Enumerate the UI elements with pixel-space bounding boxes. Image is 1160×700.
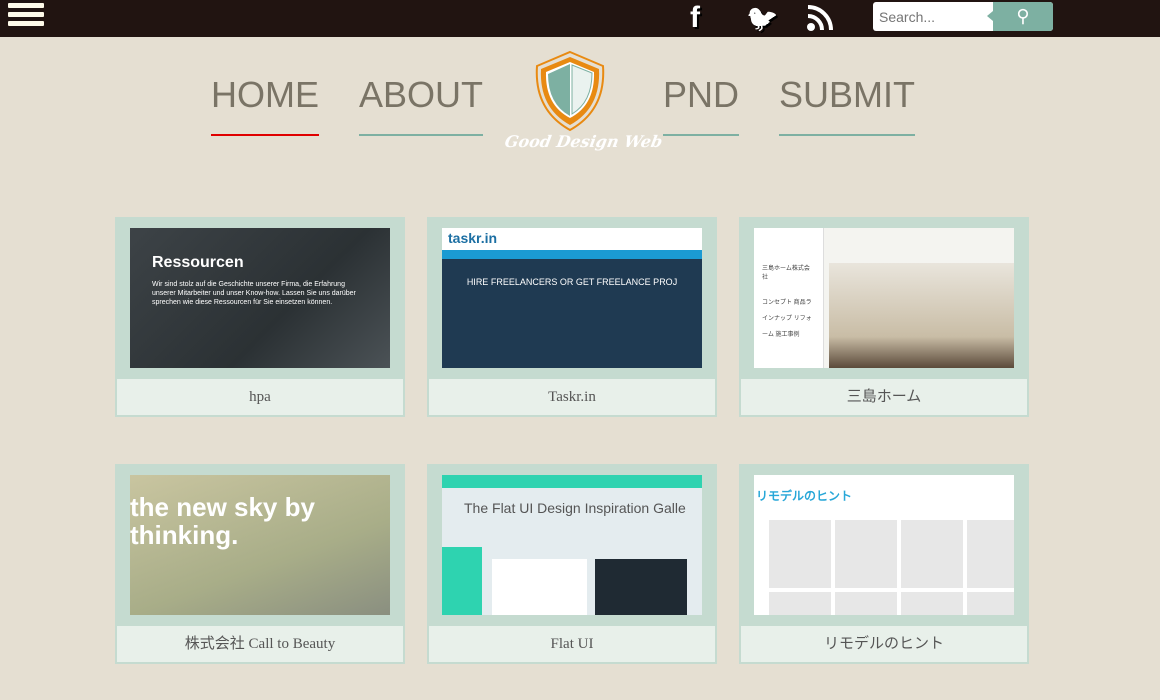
site-card[interactable]: the new sky by thinking. 株式会社 Call to Be… — [115, 464, 405, 664]
thumb-heading: the new sky by thinking. — [130, 492, 315, 550]
site-title[interactable]: Taskr.in — [429, 379, 715, 415]
nav-home[interactable]: HOME — [211, 74, 319, 136]
thumb-heading: taskr.in — [442, 228, 702, 250]
site-thumbnail: 三島ホーム株式会社コンセプト 商品ラインナップ リフォーム 施工事例 — [754, 228, 1014, 368]
site-thumbnail: Ressourcen Wir sind stolz auf die Geschic… — [130, 228, 390, 368]
thumb-heading: Ressourcen — [152, 254, 244, 271]
nav-pnd[interactable]: PND — [663, 74, 740, 136]
hamburger-icon[interactable] — [8, 3, 44, 31]
site-title[interactable]: hpa — [117, 379, 403, 415]
facebook-icon[interactable]: f — [690, 2, 700, 34]
logo-text: Good Design Web — [503, 132, 665, 151]
thumb-heading: The Flat UI Design Inspiration Galle — [464, 500, 686, 516]
thumb-heading: リモデルのヒント — [756, 489, 853, 503]
magnifier-icon: ⚲ — [1016, 6, 1030, 26]
site-thumbnail: the new sky by thinking. — [130, 475, 390, 615]
site-title[interactable]: 株式会社 Call to Beauty — [117, 626, 403, 662]
site-thumbnail: taskr.in HIRE FREELANCERS OR GET FREELANC… — [442, 228, 702, 368]
twitter-icon[interactable]: 🐦 — [746, 2, 778, 34]
thumb-heading: 三島ホーム株式会社 — [762, 266, 810, 281]
site-card[interactable]: Ressourcen Wir sind stolz auf die Geschic… — [115, 217, 405, 417]
search-input[interactable] — [873, 2, 993, 31]
site-card[interactable]: The Flat UI Design Inspiration Galle Fla… — [427, 464, 717, 664]
site-title[interactable]: リモデルのヒント — [741, 626, 1027, 662]
site-thumbnail: リモデルのヒント — [754, 475, 1014, 615]
site-card[interactable]: taskr.in HIRE FREELANCERS OR GET FREELANC… — [427, 217, 717, 417]
search-button[interactable]: ⚲ — [987, 2, 1053, 31]
site-title[interactable]: Flat UI — [429, 626, 715, 662]
thumb-text: Wir sind stolz auf die Geschichte unsere… — [152, 281, 356, 306]
site-title[interactable]: 三島ホーム — [741, 379, 1027, 415]
nav-submit[interactable]: SUBMIT — [779, 74, 916, 136]
site-thumbnail: The Flat UI Design Inspiration Galle — [442, 475, 702, 615]
rss-icon[interactable] — [806, 2, 836, 39]
site-card[interactable]: 三島ホーム株式会社コンセプト 商品ラインナップ リフォーム 施工事例 三島ホーム — [739, 217, 1029, 417]
top-bar: f 🐦 ⚲ — [0, 0, 1160, 37]
search-box: ⚲ — [873, 2, 1053, 31]
thumb-text: コンセプト 商品ラインナップ リフォーム 施工事例 — [762, 300, 812, 338]
site-card[interactable]: リモデルのヒント リモデルのヒント — [739, 464, 1029, 664]
nav-about[interactable]: ABOUT — [359, 74, 484, 136]
thumb-text: HIRE FREELANCERS OR GET FREELANCE PROJ — [466, 277, 678, 287]
